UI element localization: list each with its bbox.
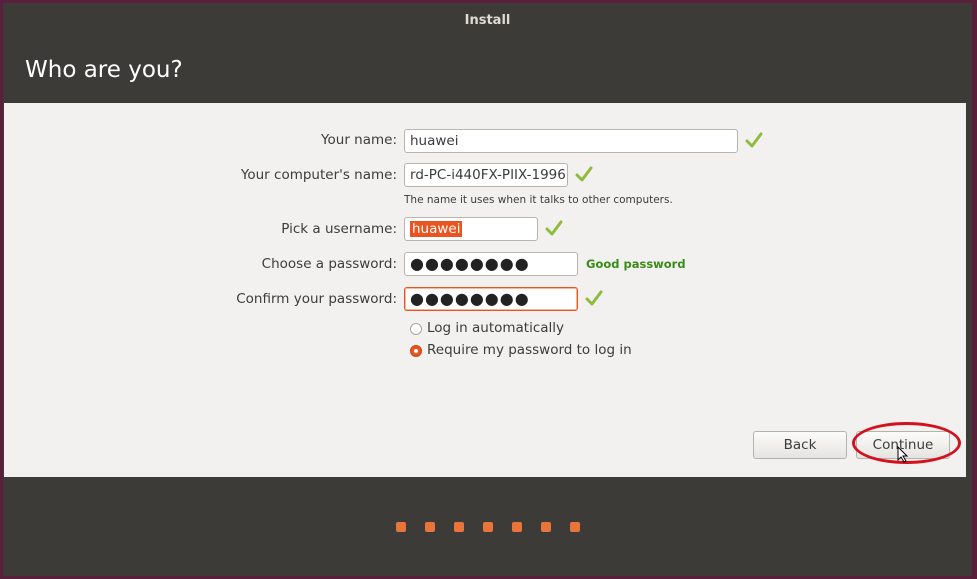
computer-name-hint: The name it uses when it talks to other … bbox=[404, 194, 673, 206]
confirm-password-field[interactable]: ●●●●●●●● bbox=[404, 287, 578, 311]
require-password-label[interactable]: Require my password to log in bbox=[427, 342, 632, 358]
password-label: Choose a password: bbox=[261, 256, 397, 272]
progress-dot bbox=[483, 522, 493, 532]
back-button[interactable]: Back bbox=[753, 431, 847, 459]
progress-dot bbox=[512, 522, 522, 532]
password-field[interactable]: ●●●●●●●● bbox=[404, 252, 578, 276]
name-label: Your name: bbox=[321, 132, 397, 148]
username-field[interactable]: huawei bbox=[404, 217, 538, 241]
confirm-password-label: Confirm your password: bbox=[236, 291, 397, 307]
progress-dot bbox=[570, 522, 580, 532]
window-title: Install bbox=[464, 13, 511, 28]
require-password-radio[interactable] bbox=[410, 345, 422, 357]
name-valid-check-icon bbox=[745, 132, 763, 148]
password-strength-label: Good password bbox=[586, 257, 686, 271]
progress-dot bbox=[425, 522, 435, 532]
username-valid-check-icon bbox=[545, 220, 563, 236]
progress-dot bbox=[541, 522, 551, 532]
page-title: Who are you? bbox=[25, 57, 183, 83]
computer-name-valid-check-icon bbox=[575, 166, 593, 182]
computer-name-label: Your computer's name: bbox=[240, 167, 397, 183]
login-auto-radio[interactable] bbox=[410, 323, 422, 335]
mouse-cursor-icon bbox=[897, 446, 909, 463]
username-label: Pick a username: bbox=[281, 221, 397, 237]
confirm-password-valid-check-icon bbox=[585, 290, 603, 306]
progress-dot bbox=[454, 522, 464, 532]
login-auto-label[interactable]: Log in automatically bbox=[427, 320, 564, 336]
name-field[interactable]: huawei bbox=[404, 129, 738, 153]
computer-name-field[interactable]: rd-PC-i440FX-PIIX-1996 bbox=[404, 163, 568, 187]
username-value: huawei bbox=[410, 221, 463, 237]
progress-dot bbox=[396, 522, 406, 532]
